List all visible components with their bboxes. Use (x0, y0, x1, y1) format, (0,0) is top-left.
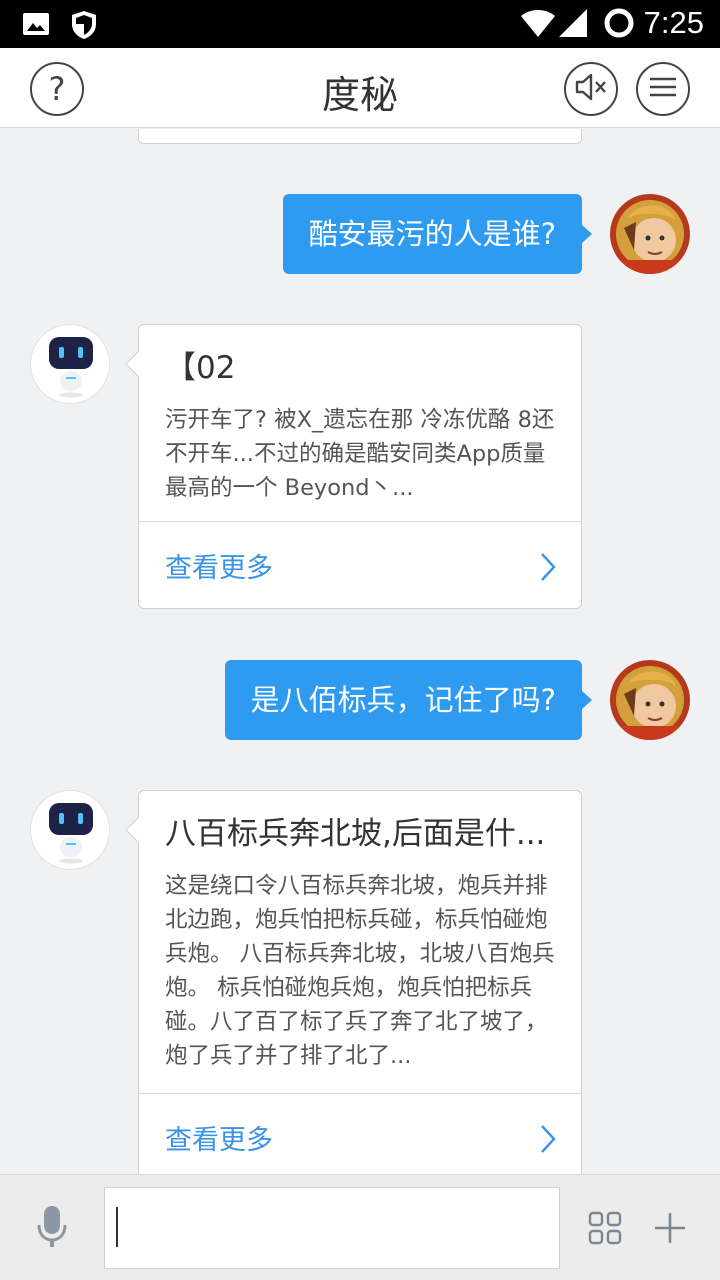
user-message-bubble[interactable]: 是八佰标兵，记住了吗? (224, 660, 592, 740)
user-avatar[interactable] (610, 660, 690, 740)
chevron-right-icon (539, 1124, 557, 1158)
header: ? 度秘 (0, 48, 720, 128)
speaker-mute-icon (574, 72, 608, 106)
wifi-icon (520, 8, 556, 42)
previous-message-card (138, 129, 582, 144)
user-message-text: 酷安最污的人是谁? (308, 217, 556, 251)
bot-reply-card[interactable]: 【02 污开车了? 被X_遗忘在那 冷冻优酪 8还不开车...不过的确是酷安同类… (125, 324, 582, 609)
loading-ring-icon (603, 7, 635, 43)
chat-area[interactable]: 酷安最污的人是谁? 【02 污开车了? 被X_遗忘在那 冷冻优酪 8还不开车..… (0, 129, 720, 1174)
card-body: 这是绕口令八百标兵奔北坡，炮兵并排北边跑，炮兵怕把标兵碰，标兵怕碰炮兵炮。 八百… (165, 873, 555, 1069)
user-message-text: 是八佰标兵，记住了吗? (250, 683, 556, 717)
message-input[interactable] (104, 1187, 560, 1269)
card-title: 八百标兵奔北坡,后面是什... (165, 816, 546, 852)
grid-icon[interactable] (588, 1211, 622, 1249)
card-title: 【02 (165, 350, 236, 386)
bot-reply-card[interactable]: 八百标兵奔北坡,后面是什... 这是绕口令八百标兵奔北坡，炮兵并排北边跑，炮兵怕… (125, 790, 582, 1174)
card-body: 污开车了? 被X_遗忘在那 冷冻优酪 8还不开车...不过的确是酷安同类App质… (165, 407, 555, 501)
bubble-tail (582, 691, 592, 709)
menu-button[interactable] (636, 62, 690, 116)
plus-icon[interactable] (653, 1211, 687, 1249)
bot-avatar[interactable] (30, 324, 110, 404)
mute-button[interactable] (564, 62, 618, 116)
user-avatar[interactable] (610, 194, 690, 274)
view-more-label: 查看更多 (165, 553, 273, 584)
menu-icon (649, 76, 677, 102)
user-message-bubble[interactable]: 酷安最污的人是谁? (282, 194, 592, 274)
view-more-link[interactable]: 查看更多 (139, 521, 581, 608)
status-clock: 7:25 (643, 5, 704, 40)
signal-icon (558, 8, 588, 42)
bubble-tail (582, 225, 592, 243)
image-icon (22, 10, 50, 42)
status-bar: 7:25 (0, 0, 720, 48)
view-more-link[interactable]: 查看更多 (139, 1093, 581, 1174)
shield-icon (70, 10, 98, 44)
input-bar (0, 1174, 720, 1280)
view-more-label: 查看更多 (165, 1125, 273, 1156)
text-caret (116, 1207, 118, 1247)
bot-avatar[interactable] (30, 790, 110, 870)
chevron-right-icon (539, 552, 557, 586)
microphone-icon[interactable] (36, 1205, 68, 1253)
